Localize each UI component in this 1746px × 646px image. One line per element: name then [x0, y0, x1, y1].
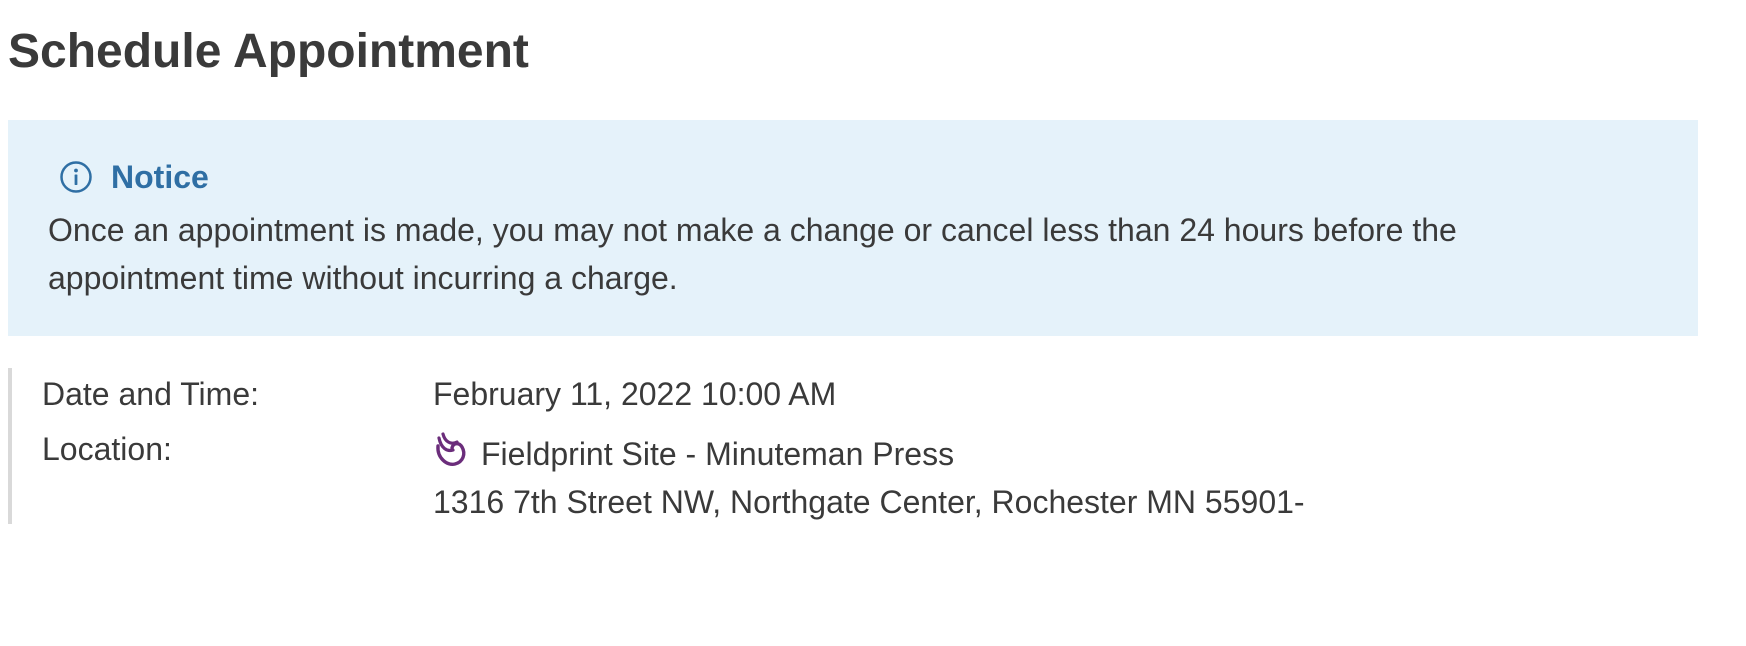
appointment-details: Date and Time: February 11, 2022 10:00 A… [8, 368, 1608, 524]
location-name: Fieldprint Site - Minuteman Press [481, 436, 955, 472]
notice-title: Notice [111, 159, 209, 195]
page-title: Schedule Appointment [8, 25, 529, 78]
location-name-line: Fieldprint Site - Minuteman Press [433, 428, 1305, 480]
info-circle-icon [59, 160, 93, 194]
location-label: Location: [42, 431, 172, 467]
notice-header: Notice [48, 154, 1658, 200]
location-address: 1316 7th Street NW, Northgate Center, Ro… [433, 484, 1305, 520]
notice-text: Once an appointment is made, you may not… [48, 212, 1457, 296]
date-time-label: Date and Time: [42, 376, 259, 412]
notice-banner: Notice Once an appointment is made, you … [8, 120, 1698, 336]
fieldprint-logo-icon [433, 430, 469, 470]
date-time-value: February 11, 2022 10:00 AM [433, 376, 837, 412]
location-value: Fieldprint Site - Minuteman Press 1316 7… [433, 428, 1305, 524]
